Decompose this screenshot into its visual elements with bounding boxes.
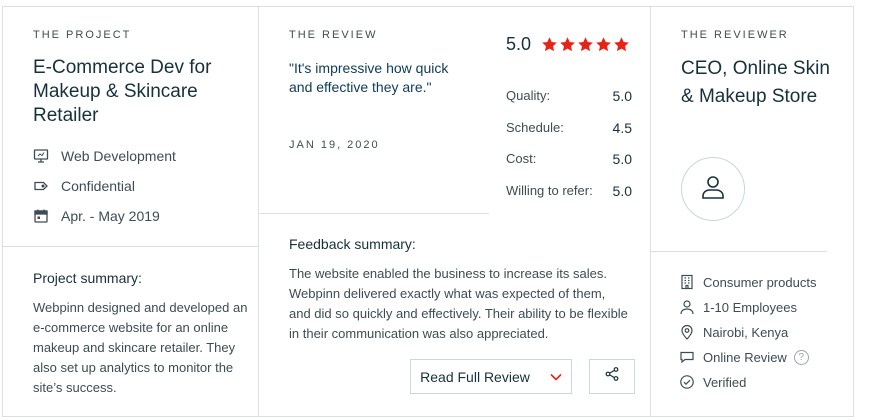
rating-schedule: Schedule: 4.5 (506, 120, 632, 136)
review-card: THE PROJECT E-Commerce Dev for Makeup & … (2, 6, 854, 417)
feedback-summary-text: The website enabled the business to incr… (289, 266, 628, 341)
review-eyebrow: THE REVIEW (289, 29, 378, 41)
reviewer-industry: Consumer products (679, 274, 816, 290)
rating-label: Willing to refer: (506, 183, 593, 198)
read-full-review-label: Read Full Review (420, 368, 530, 385)
project-budget-label: Confidential (61, 178, 135, 194)
reviewer-location: Nairobi, Kenya (679, 324, 788, 340)
rating-value: 5.0 (612, 88, 632, 104)
star-icon (614, 37, 629, 52)
rating-willing-to-refer: Willing to refer: 5.0 (506, 183, 632, 199)
chevron-down-icon (550, 373, 562, 381)
calendar-icon (33, 208, 49, 224)
star-icon (578, 37, 593, 52)
reviewer-column: THE REVIEWER CEO, Online Skin & Makeup S… (651, 7, 855, 416)
share-icon (604, 366, 620, 387)
rating-value: 5.0 (612, 183, 632, 199)
review-quote: "It's impressive how quick and effective… (289, 60, 449, 95)
star-rating (541, 36, 631, 53)
overall-rating: 5.0 (506, 34, 631, 55)
reviewer-industry-label: Consumer products (703, 274, 817, 290)
person-icon (679, 299, 695, 315)
project-dates-label: Apr. - May 2019 (61, 208, 160, 224)
reviewer-location-label: Nairobi, Kenya (703, 324, 789, 340)
help-icon[interactable]: ? (793, 349, 809, 365)
check-circle-icon (679, 374, 695, 390)
building-icon (679, 274, 695, 290)
review-column: THE REVIEW "It's impressive how quick an… (259, 7, 651, 416)
reviewer-company-size: 1-10 Employees (679, 299, 797, 315)
read-full-review-button[interactable]: Read Full Review (410, 359, 572, 394)
tag-icon (33, 178, 49, 194)
chat-bubble-icon (679, 349, 695, 365)
reviewer-review-type: Online Review ? (679, 349, 809, 365)
rating-cost: Cost: 5.0 (506, 151, 632, 167)
reviewer-verified: Verified (679, 374, 746, 390)
review-date: JAN 19, 2020 (289, 139, 380, 151)
user-icon (698, 172, 728, 207)
monitor-icon (33, 148, 49, 164)
project-service-label: Web Development (61, 148, 176, 164)
location-pin-icon (679, 324, 695, 340)
rating-label: Schedule: (506, 120, 564, 135)
feedback-summary-heading: Feedback summary: (289, 236, 416, 252)
star-icon (596, 37, 611, 52)
rating-value: 5.0 (612, 151, 632, 167)
project-summary-text: Webpinn designed and developed an e-comm… (33, 300, 248, 395)
reviewer-company-size-label: 1-10 Employees (703, 299, 797, 315)
project-service: Web Development (33, 148, 176, 164)
avatar (681, 157, 745, 221)
star-icon (560, 37, 575, 52)
star-icon (542, 37, 557, 52)
rating-value: 4.5 (612, 120, 632, 136)
project-eyebrow: THE PROJECT (33, 29, 132, 41)
project-column: THE PROJECT E-Commerce Dev for Makeup & … (3, 7, 259, 416)
share-button[interactable] (589, 359, 635, 394)
rating-label: Cost: (506, 151, 537, 166)
divider (259, 213, 489, 214)
divider (3, 246, 259, 247)
project-title: E-Commerce Dev for Makeup & Skincare Ret… (33, 57, 212, 126)
reviewer-title: CEO, Online Skin & Makeup Store (681, 58, 830, 107)
rating-quality: Quality: 5.0 (506, 88, 632, 104)
divider (651, 251, 827, 252)
project-dates: Apr. - May 2019 (33, 208, 160, 224)
project-summary-heading: Project summary: (33, 270, 142, 286)
overall-rating-value: 5.0 (506, 34, 532, 54)
rating-label: Quality: (506, 88, 551, 103)
reviewer-verified-label: Verified (703, 374, 747, 390)
reviewer-review-type-label: Online Review (703, 349, 787, 365)
reviewer-eyebrow: THE REVIEWER (681, 29, 789, 41)
project-budget: Confidential (33, 178, 135, 194)
